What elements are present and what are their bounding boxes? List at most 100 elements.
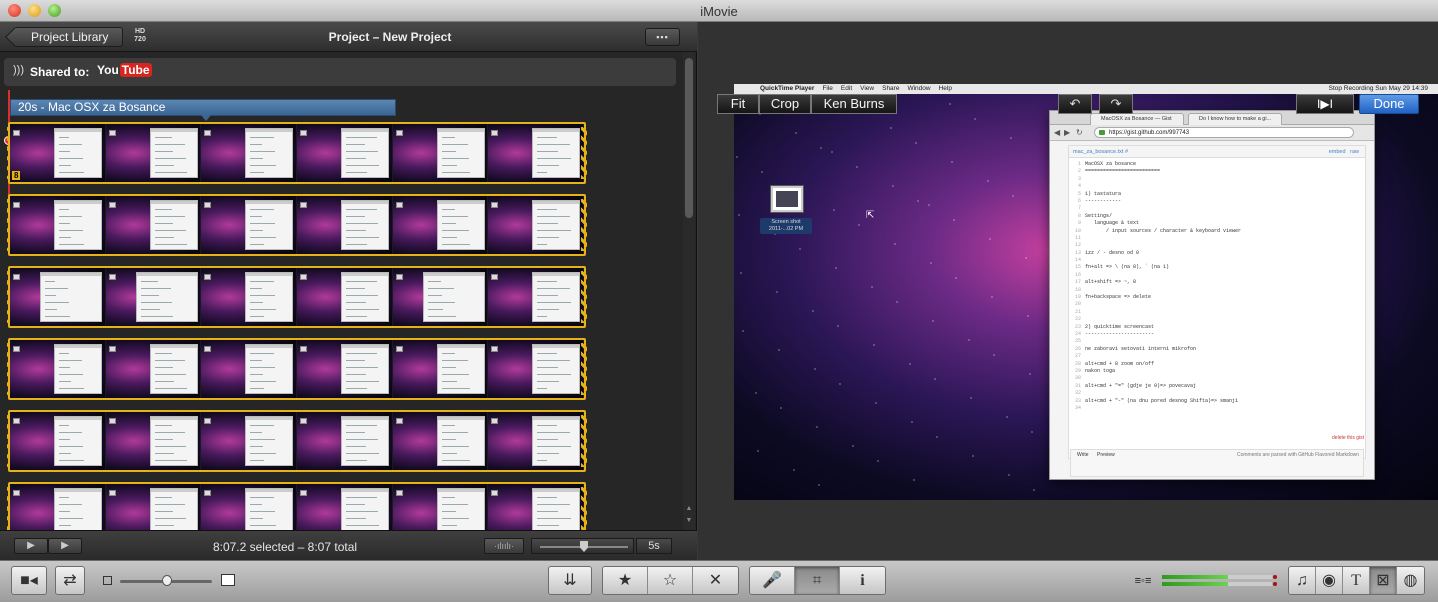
left-peak-indicator: [1273, 575, 1277, 579]
clip-frame-thumbnail[interactable]: [488, 340, 585, 398]
titles-browser-button[interactable]: T: [1343, 567, 1370, 594]
scroll-up-arrow[interactable]: ▲: [683, 504, 695, 514]
fit-button[interactable]: Fit: [717, 94, 759, 114]
star-dot: [972, 455, 974, 457]
vertical-scrollbar[interactable]: ▲ ▼: [683, 52, 695, 530]
clip-frame-thumbnail[interactable]: [201, 124, 298, 182]
text-line: [140, 302, 172, 303]
star-dot: [1010, 137, 1012, 139]
clip-frame-thumbnail[interactable]: 8: [10, 124, 106, 182]
transitions-browser-button[interactable]: ⊠: [1370, 567, 1397, 594]
done-button[interactable]: Done: [1359, 94, 1419, 114]
clip-frame-thumbnail[interactable]: [392, 340, 489, 398]
window-thumb: [149, 416, 198, 466]
filmstrip-row[interactable]: [7, 266, 587, 328]
project-library-button[interactable]: Project Library: [14, 27, 123, 47]
desktop-icon-thumb: [491, 490, 499, 496]
clip-frame-thumbnail[interactable]: [297, 340, 393, 398]
scroll-down-arrow[interactable]: ▼: [683, 516, 695, 526]
clip-frame-thumbnail[interactable]: [392, 124, 489, 182]
text-line: [537, 446, 572, 447]
clip-frame-thumbnail[interactable]: [297, 124, 393, 182]
filmstrip-row[interactable]: 8: [7, 122, 587, 184]
clip-frame-thumbnail[interactable]: [105, 124, 202, 182]
clip-frame-thumbnail[interactable]: [105, 340, 202, 398]
clip-frame-thumbnail[interactable]: [10, 340, 106, 398]
mark-favorite-button[interactable]: ★: [603, 567, 648, 594]
clip-frame-thumbnail[interactable]: [297, 412, 393, 470]
text-line: [59, 460, 84, 461]
clip-frame-thumbnail[interactable]: [488, 412, 585, 470]
filmstrip-row[interactable]: [7, 338, 587, 400]
text-line: [537, 144, 571, 145]
star-dot: [761, 171, 763, 173]
zoom-knob[interactable]: [580, 541, 588, 552]
gist-file-header: mac_za_bosance.txt # embed raw: [1069, 146, 1365, 158]
clip-frame-thumbnail[interactable]: [392, 196, 489, 254]
ken-burns-button[interactable]: Ken Burns: [811, 94, 897, 114]
add-to-project-button[interactable]: ⇊: [548, 566, 592, 595]
filmstrip-row[interactable]: [7, 410, 587, 472]
clip-frame-thumbnail[interactable]: [201, 412, 298, 470]
audio-adjust-icon[interactable]: ≡◦≡: [1131, 573, 1155, 589]
play-clip-button[interactable]: I▶I: [1296, 94, 1354, 114]
view-mode-button[interactable]: ▪▪▪: [645, 28, 680, 46]
window-thumb: [341, 200, 390, 250]
text-line: [250, 353, 275, 354]
text-line: [441, 216, 468, 217]
star-dot: [839, 383, 841, 385]
code-line: 3: [1069, 176, 1361, 183]
star-dot: [934, 378, 936, 380]
crop-tool-button[interactable]: ⌗: [795, 567, 840, 594]
scrollbar-thumb[interactable]: [685, 58, 693, 218]
reject-button[interactable]: ✕: [693, 567, 738, 594]
text-line: [250, 288, 263, 289]
clip-frame-thumbnail[interactable]: [297, 268, 393, 326]
rotate-right-button[interactable]: ↷: [1099, 94, 1133, 114]
line-number: 3: [1077, 175, 1081, 182]
crop-button[interactable]: Crop: [759, 94, 811, 114]
camera-import-button[interactable]: ■◂: [11, 566, 47, 595]
clip-frame-thumbnail[interactable]: [488, 268, 585, 326]
maps-browser-button[interactable]: ◍: [1397, 567, 1424, 594]
clip-frame-thumbnail[interactable]: [392, 412, 489, 470]
photo-browser-button[interactable]: ◉: [1316, 567, 1343, 594]
unmark-button[interactable]: ☆: [648, 567, 693, 594]
clip-frame-thumbnail[interactable]: [10, 196, 106, 254]
star-dot: [740, 272, 742, 274]
project-title: Project – New Project: [328, 30, 452, 44]
waveform-toggle-button[interactable]: ·ılıılı·: [484, 538, 524, 554]
swap-panes-button[interactable]: ⇄: [55, 566, 85, 595]
play-project-button[interactable]: ▶: [48, 538, 82, 554]
voiceover-button[interactable]: 🎤: [750, 567, 795, 594]
code-line: 32: [1069, 390, 1361, 397]
filmstrip-row[interactable]: [7, 194, 587, 256]
clip-frame-thumbnail[interactable]: [201, 268, 298, 326]
clip-frame-thumbnail[interactable]: [10, 412, 106, 470]
clip-zoom-slider[interactable]: [531, 538, 634, 554]
clip-frame-thumbnail[interactable]: [201, 196, 298, 254]
text-line: [140, 316, 173, 317]
youtube-logo[interactable]: You Tube: [97, 63, 152, 80]
play-full-screen-button[interactable]: ▶: [14, 538, 48, 554]
code-line: 7: [1069, 205, 1361, 212]
music-browser-button[interactable]: ♫: [1289, 567, 1316, 594]
clip-frame-thumbnail[interactable]: [10, 268, 106, 326]
inspector-button[interactable]: i: [840, 567, 885, 594]
clip-frame-thumbnail[interactable]: [392, 268, 489, 326]
clip-title-bar[interactable]: 20s - Mac OSX za Bosance: [10, 99, 396, 121]
clip-frame-thumbnail[interactable]: [488, 196, 585, 254]
text-line: [346, 281, 378, 282]
clip-frame-thumbnail[interactable]: [297, 196, 393, 254]
code-text: alt+cmd + 8 zoom on/off: [1085, 360, 1155, 367]
line-number: 16: [1074, 271, 1081, 278]
rotate-left-button[interactable]: ↶: [1058, 94, 1092, 114]
code-line: 21: [1069, 309, 1361, 316]
text-line: [59, 432, 82, 433]
clip-frame-thumbnail[interactable]: [105, 196, 202, 254]
clip-frame-thumbnail[interactable]: [105, 412, 202, 470]
clip-frame-thumbnail[interactable]: [105, 268, 202, 326]
thumbnail-size-knob[interactable]: [162, 575, 172, 586]
clip-frame-thumbnail[interactable]: [201, 340, 298, 398]
clip-frame-thumbnail[interactable]: [488, 124, 585, 182]
